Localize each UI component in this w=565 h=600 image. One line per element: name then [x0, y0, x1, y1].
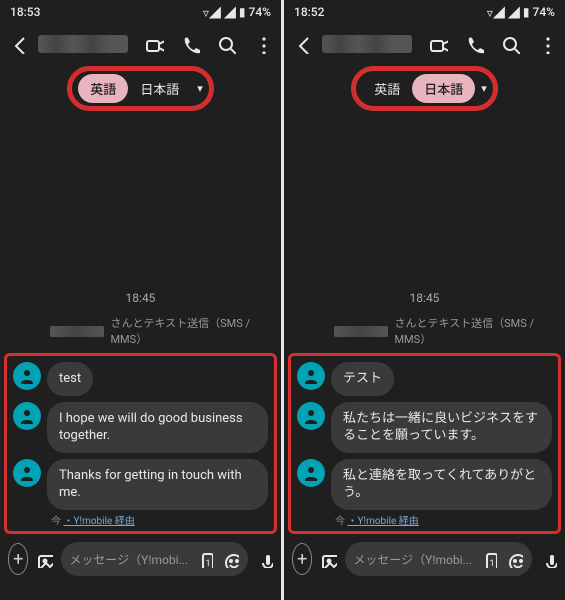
search-icon[interactable] [215, 33, 237, 55]
avatar[interactable] [297, 402, 325, 430]
contact-blur [50, 326, 104, 337]
phone-call-icon[interactable] [179, 33, 201, 55]
lang-option-english[interactable]: 英語 [78, 74, 128, 103]
search-icon[interactable] [499, 33, 521, 55]
message-input[interactable]: メッセージ（Y!mobi... [61, 542, 248, 576]
back-icon[interactable] [8, 33, 30, 55]
sms-label-text: さんとテキスト送信（SMS / MMS） [110, 315, 273, 347]
wifi-icon: ▿◢ [487, 4, 505, 21]
add-attachment-button[interactable]: + [292, 543, 312, 575]
status-bar: 18:52 ▿◢ ◢ ▮ 74% [284, 0, 565, 24]
battery-percent: 74% [533, 5, 555, 19]
nav-bar [0, 586, 281, 600]
mic-icon[interactable] [540, 549, 557, 569]
video-call-icon[interactable] [427, 33, 449, 55]
sms-label-text: さんとテキスト送信（SMS / MMS） [394, 315, 557, 347]
emoji-icon[interactable] [504, 549, 524, 569]
message-bubble[interactable]: test [47, 362, 93, 396]
phone-call-icon[interactable] [463, 33, 485, 55]
sms-source-label: さんとテキスト送信（SMS / MMS） [0, 311, 281, 351]
lang-option-japanese[interactable]: 日本語 [412, 74, 475, 103]
gallery-icon[interactable] [36, 549, 53, 569]
message-input[interactable]: メッセージ（Y!mobi... [345, 542, 532, 576]
signal-icon: ◢ [508, 4, 520, 21]
language-pill[interactable]: 英語 日本語 ▾ [69, 68, 212, 109]
thread-timestamp: 18:45 [284, 291, 565, 305]
messages-highlight-box: テスト 私たちは一緒に良いビジネスをすることを願っています。 私と連絡を取ってく… [288, 353, 561, 534]
gallery-icon[interactable] [320, 549, 337, 569]
screenshot-left: 18:53 ▿◢ ◢ ▮ 74% 英語 日本語 ▾ [0, 0, 281, 600]
avatar[interactable] [13, 402, 41, 430]
battery-icon: ▮ [523, 5, 530, 19]
status-time: 18:52 [294, 5, 324, 19]
app-top-bar [0, 24, 281, 64]
messages-highlight-box: test I hope we will do good business tog… [4, 353, 277, 534]
overflow-menu-icon[interactable] [535, 33, 557, 55]
composer-bar: + メッセージ（Y!mobi... [0, 536, 281, 586]
avatar[interactable] [13, 459, 41, 487]
screenshot-right: 18:52 ▿◢ ◢ ▮ 74% 英語 日本語 ▾ [284, 0, 565, 600]
message-bubble[interactable]: I hope we will do good business together… [47, 402, 268, 453]
sms-source-label: さんとテキスト送信（SMS / MMS） [284, 311, 565, 351]
message-row[interactable]: テスト [293, 360, 556, 398]
message-bubble[interactable]: 私と連絡を取ってくれてありがとう。 [331, 459, 552, 510]
mic-icon[interactable] [256, 549, 273, 569]
language-switcher: 英語 日本語 ▾ [0, 68, 281, 109]
meta-now: 今 [335, 516, 345, 527]
battery-icon: ▮ [239, 5, 246, 19]
language-switcher: 英語 日本語 ▾ [284, 68, 565, 109]
avatar[interactable] [13, 362, 41, 390]
app-top-bar [284, 24, 565, 64]
message-thread: 18:45 さんとテキスト送信（SMS / MMS） test I hope w… [0, 109, 281, 536]
signal-icon: ◢ [224, 4, 236, 21]
lang-option-japanese[interactable]: 日本語 [128, 74, 191, 103]
meta-carrier: ・Y!mobile 経由 [63, 516, 134, 527]
composer-bar: + メッセージ（Y!mobi... [284, 536, 565, 586]
chevron-down-icon[interactable]: ▾ [197, 82, 203, 95]
meta-carrier: ・Y!mobile 経由 [347, 516, 418, 527]
sim-select-icon[interactable] [478, 549, 498, 569]
message-row[interactable]: I hope we will do good business together… [9, 400, 272, 455]
nav-bar [284, 586, 565, 600]
emoji-icon[interactable] [220, 549, 240, 569]
back-icon[interactable] [292, 33, 314, 55]
message-row[interactable]: 私と連絡を取ってくれてありがとう。 [293, 457, 556, 512]
message-bubble[interactable]: Thanks for getting in touch with me. [47, 459, 268, 510]
add-attachment-button[interactable]: + [8, 543, 28, 575]
sim-select-icon[interactable] [194, 549, 214, 569]
contact-name[interactable] [38, 35, 128, 53]
input-placeholder: メッセージ（Y!mobi... [353, 551, 472, 568]
battery-percent: 74% [249, 5, 271, 19]
message-row[interactable]: 私たちは一緒に良いビジネスをすることを願っています。 [293, 400, 556, 455]
status-bar: 18:53 ▿◢ ◢ ▮ 74% [0, 0, 281, 24]
chevron-down-icon[interactable]: ▾ [481, 82, 487, 95]
lang-option-english[interactable]: 英語 [362, 74, 412, 103]
status-icons: ▿◢ ◢ ▮ 74% [487, 4, 555, 21]
wifi-icon: ▿◢ [203, 4, 221, 21]
contact-blur [334, 326, 388, 337]
message-row[interactable]: test [9, 360, 272, 398]
avatar[interactable] [297, 362, 325, 390]
status-time: 18:53 [10, 5, 40, 19]
language-pill[interactable]: 英語 日本語 ▾ [353, 68, 496, 109]
meta-now: 今 [51, 516, 61, 527]
input-placeholder: メッセージ（Y!mobi... [69, 551, 188, 568]
thread-timestamp: 18:45 [0, 291, 281, 305]
overflow-menu-icon[interactable] [251, 33, 273, 55]
status-icons: ▿◢ ◢ ▮ 74% [203, 4, 271, 21]
message-row[interactable]: Thanks for getting in touch with me. [9, 457, 272, 512]
video-call-icon[interactable] [143, 33, 165, 55]
contact-name[interactable] [322, 35, 412, 53]
message-meta: 今 ・Y!mobile 経由 [9, 512, 272, 527]
message-bubble[interactable]: 私たちは一緒に良いビジネスをすることを願っています。 [331, 402, 552, 453]
message-meta: 今 ・Y!mobile 経由 [293, 512, 556, 527]
message-thread: 18:45 さんとテキスト送信（SMS / MMS） テスト 私たちは一緒に良い… [284, 109, 565, 536]
message-bubble[interactable]: テスト [331, 362, 394, 396]
avatar[interactable] [297, 459, 325, 487]
